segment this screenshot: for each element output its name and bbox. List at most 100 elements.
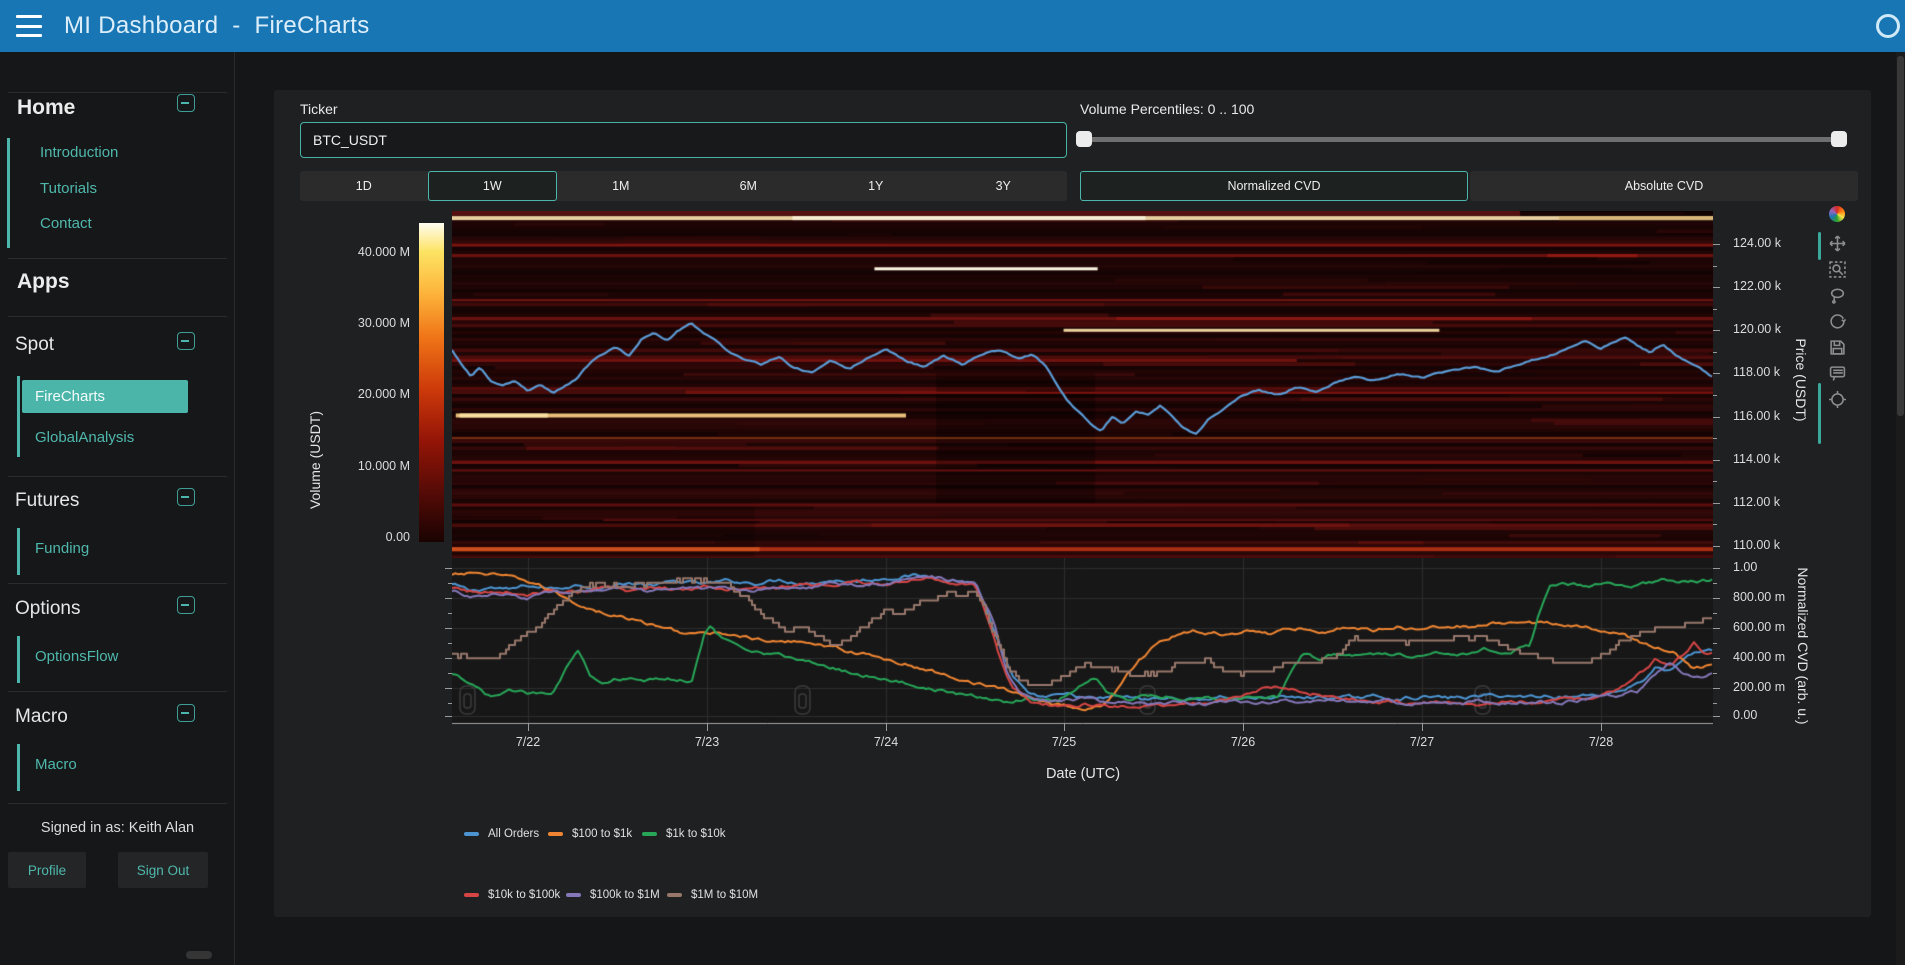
group-indicator-bar bbox=[7, 138, 10, 248]
legend-item-10k-to-100k[interactable]: $10k to $100k bbox=[464, 889, 560, 901]
ticker-input[interactable] bbox=[300, 122, 1067, 158]
legend-item-100k-to-1m[interactable]: $100k to $1M bbox=[566, 889, 660, 901]
sign-out-button[interactable]: Sign Out bbox=[118, 852, 208, 888]
tick-mark bbox=[1713, 673, 1717, 674]
ticker-label: Ticker bbox=[300, 101, 338, 117]
autoscale-icon[interactable] bbox=[1825, 308, 1849, 334]
tick-label: 7/23 bbox=[682, 735, 732, 749]
volume-heatmap-canvas[interactable] bbox=[452, 211, 1713, 558]
timeframe-1m-button[interactable]: 1M bbox=[557, 171, 685, 201]
sidebar-heading-futures: Futures bbox=[15, 490, 79, 512]
tick-label: 118.00 k bbox=[1733, 365, 1780, 379]
legend-item-all-orders[interactable]: All Orders bbox=[464, 828, 539, 840]
download-plot-icon[interactable] bbox=[1825, 334, 1849, 360]
tick-mark bbox=[1713, 244, 1720, 245]
tick-mark bbox=[1713, 287, 1720, 288]
divider bbox=[8, 316, 227, 317]
app-root: MI Dashboard - FireCharts Home Introduct… bbox=[0, 0, 1905, 965]
divider bbox=[8, 476, 227, 477]
divider bbox=[8, 92, 227, 93]
cvd-chart-canvas[interactable] bbox=[452, 558, 1713, 735]
timeframe-1y-button[interactable]: 1Y bbox=[812, 171, 940, 201]
timeframe-6m-button[interactable]: 6M bbox=[685, 171, 813, 201]
collapse-futures-button[interactable] bbox=[177, 488, 195, 506]
tick-mark bbox=[1713, 266, 1717, 267]
tick-label: 600.00 m bbox=[1733, 620, 1785, 634]
collapse-home-button[interactable] bbox=[177, 94, 195, 112]
tick-mark bbox=[1713, 330, 1720, 331]
legend-item-1m-to-10m[interactable]: $1M to $10M bbox=[667, 889, 758, 901]
box-zoom-icon[interactable] bbox=[1825, 256, 1849, 282]
app-title: MI Dashboard - FireCharts bbox=[64, 0, 370, 52]
plotly-logo-icon[interactable] bbox=[1829, 206, 1845, 222]
spikelines-icon[interactable] bbox=[1825, 386, 1849, 412]
colorbar bbox=[419, 223, 444, 542]
collapse-spot-button[interactable] bbox=[177, 332, 195, 350]
sidebar-heading-home: Home bbox=[17, 96, 75, 120]
sidebar-item-macro[interactable]: Macro bbox=[35, 756, 77, 773]
tick-label: 110.00 k bbox=[1733, 538, 1780, 552]
tick-mark bbox=[1713, 546, 1717, 547]
sidebar-scroll-handle[interactable] bbox=[186, 951, 212, 959]
tick-mark bbox=[1713, 628, 1720, 629]
sidebar-item-funding[interactable]: Funding bbox=[35, 540, 89, 557]
hamburger-menu-icon[interactable] bbox=[16, 15, 42, 37]
sidebar-item-contact[interactable]: Contact bbox=[40, 215, 92, 232]
profile-button[interactable]: Profile bbox=[8, 852, 86, 888]
divider bbox=[8, 258, 227, 259]
tick-mark bbox=[1713, 524, 1717, 525]
tick-label: 7/24 bbox=[861, 735, 911, 749]
tick-mark bbox=[1064, 723, 1065, 731]
sidebar-item-firecharts-selected[interactable]: FireCharts bbox=[22, 380, 188, 413]
normalized-cvd-button[interactable]: Normalized CVD bbox=[1080, 171, 1468, 201]
tick-mark bbox=[1422, 723, 1423, 731]
tick-label: 7/22 bbox=[503, 735, 553, 749]
hover-text-icon[interactable] bbox=[1825, 360, 1849, 386]
legend-swatch bbox=[464, 893, 479, 897]
sidebar-item-introduction[interactable]: Introduction bbox=[40, 144, 118, 161]
timeframe-3y-button[interactable]: 3Y bbox=[940, 171, 1068, 201]
absolute-cvd-button[interactable]: Absolute CVD bbox=[1470, 171, 1858, 201]
sidebar-item-globalanalysis[interactable]: GlobalAnalysis bbox=[35, 429, 134, 446]
group-indicator-bar bbox=[17, 528, 20, 575]
tick-mark bbox=[448, 643, 452, 644]
tick-label: 40.000 M bbox=[320, 245, 410, 259]
pan-icon[interactable] bbox=[1825, 230, 1849, 256]
tick-mark bbox=[445, 658, 452, 659]
tick-label: 20.000 M bbox=[320, 387, 410, 401]
header-bar: MI Dashboard - FireCharts bbox=[0, 0, 1905, 52]
tick-mark bbox=[445, 568, 452, 569]
tick-label: 124.00 k bbox=[1733, 236, 1781, 250]
tick-mark bbox=[1713, 373, 1720, 374]
legend-swatch bbox=[642, 832, 657, 836]
tick-mark bbox=[1713, 613, 1717, 614]
lasso-select-icon[interactable] bbox=[1825, 282, 1849, 308]
tick-label: 7/26 bbox=[1218, 735, 1268, 749]
tick-label: 400.00 m bbox=[1733, 650, 1785, 664]
tick-mark bbox=[445, 628, 452, 629]
tick-label: 112.00 k bbox=[1733, 495, 1780, 509]
timeframe-1w-button[interactable]: 1W bbox=[428, 171, 558, 201]
divider bbox=[8, 583, 227, 584]
page-scrollbar-thumb[interactable] bbox=[1897, 56, 1904, 416]
percentile-slider-max-handle[interactable] bbox=[1831, 131, 1847, 147]
sidebar-heading-apps: Apps bbox=[17, 270, 70, 294]
legend-item-100-to-1k[interactable]: $100 to $1k bbox=[548, 828, 632, 840]
collapse-macro-button[interactable] bbox=[177, 704, 195, 722]
tick-label: 1.00 bbox=[1733, 560, 1757, 574]
tick-label: 7/27 bbox=[1397, 735, 1447, 749]
percentile-slider-min-handle[interactable] bbox=[1076, 131, 1092, 147]
tick-label: 7/25 bbox=[1039, 735, 1089, 749]
tick-label: 10.000 M bbox=[320, 459, 410, 473]
timeframe-1d-button[interactable]: 1D bbox=[300, 171, 428, 201]
collapse-options-button[interactable] bbox=[177, 596, 195, 614]
sidebar-item-optionsflow[interactable]: OptionsFlow bbox=[35, 648, 118, 665]
modebar-active-indicator bbox=[1818, 383, 1821, 444]
legend-item-1k-to-10k[interactable]: $1k to $10k bbox=[642, 828, 725, 840]
tick-mark bbox=[448, 583, 452, 584]
percentile-slider-track[interactable] bbox=[1083, 137, 1840, 142]
legend-swatch bbox=[566, 893, 581, 897]
sidebar-item-tutorials[interactable]: Tutorials bbox=[40, 180, 97, 197]
tick-mark bbox=[1713, 643, 1717, 644]
tick-mark bbox=[1713, 583, 1717, 584]
